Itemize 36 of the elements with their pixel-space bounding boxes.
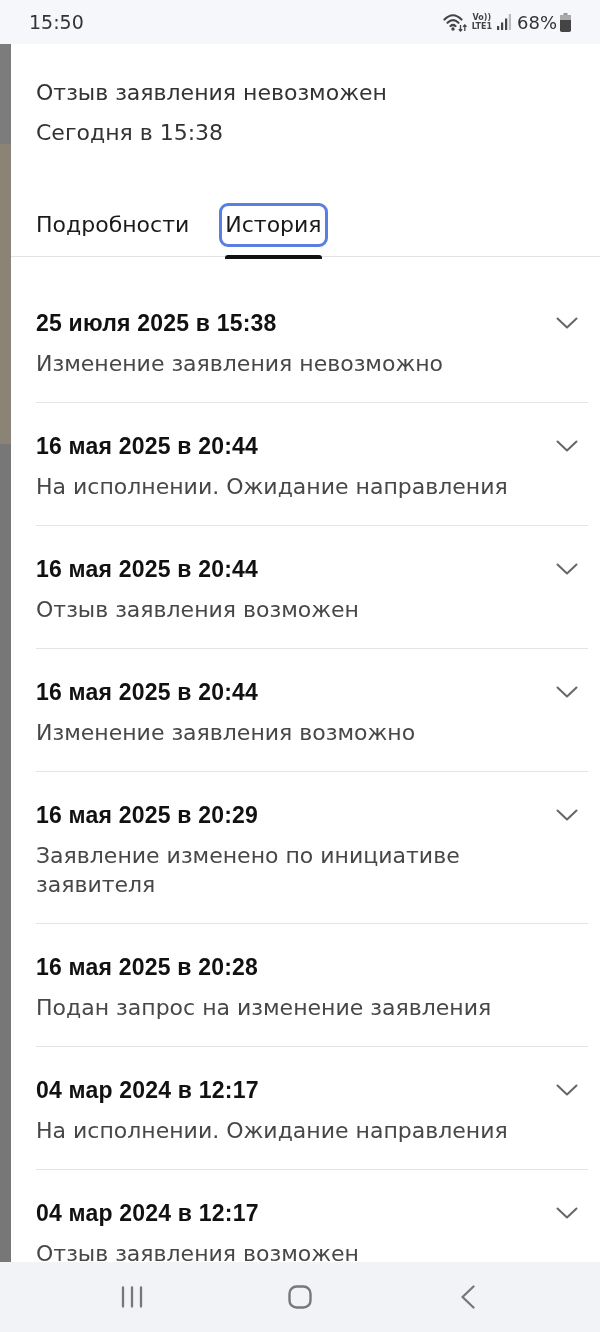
- tab[interactable]: Подробности: [30, 203, 196, 259]
- history-date: 16 мая 2025 в 20:44: [36, 432, 258, 460]
- history-status: На исполнении. Ожидание направления: [36, 1117, 509, 1145]
- chevron-down-icon[interactable]: [556, 1207, 578, 1219]
- chevron-down-icon[interactable]: [556, 1084, 578, 1096]
- history-date: 16 мая 2025 в 20:44: [36, 678, 258, 706]
- clock-time: 15:50: [29, 11, 84, 33]
- back-icon[interactable]: [460, 1285, 476, 1309]
- status-time: Сегодня в 15:38: [36, 119, 225, 147]
- history-status: Отзыв заявления возможен: [36, 596, 360, 624]
- history-status: Изменение заявления невозможно: [36, 350, 445, 378]
- history-status: Отзыв заявления возможен: [36, 1240, 360, 1262]
- signal-icon: [497, 13, 511, 31]
- chevron-down-icon[interactable]: [556, 809, 578, 821]
- history-date: 25 июля 2025 в 15:38: [36, 309, 277, 337]
- history-status: На исполнении. Ожидание направления: [36, 473, 509, 501]
- volte-label: Vo)): [472, 13, 492, 22]
- wifi-icon: [442, 12, 467, 32]
- history-status: Изменение заявления возможно: [36, 719, 417, 747]
- network-label: LTE1: [471, 22, 492, 31]
- chevron-down-icon[interactable]: [556, 563, 578, 575]
- status-title: Отзыв заявления невозможен: [36, 79, 388, 107]
- history-date: 16 мая 2025 в 20:44: [36, 555, 258, 583]
- battery-icon: [560, 12, 571, 32]
- chevron-down-icon[interactable]: [556, 440, 578, 452]
- history-date: 16 мая 2025 в 20:28: [36, 953, 258, 981]
- history-status: Заявление изменено по инициативе заявителя: [36, 842, 461, 899]
- history-status: Подан запрос на изменение заявления: [36, 994, 493, 1022]
- battery-percent: 68%: [517, 11, 557, 33]
- chevron-down-icon[interactable]: [556, 317, 578, 329]
- chevron-down-icon[interactable]: [556, 686, 578, 698]
- home-icon[interactable]: [288, 1285, 312, 1309]
- history-date: 16 мая 2025 в 20:29: [36, 801, 258, 829]
- recent-apps-icon[interactable]: [121, 1286, 143, 1308]
- history-date: 04 мар 2024 в 12:17: [36, 1076, 259, 1104]
- history-date: 04 мар 2024 в 12:17: [36, 1199, 259, 1227]
